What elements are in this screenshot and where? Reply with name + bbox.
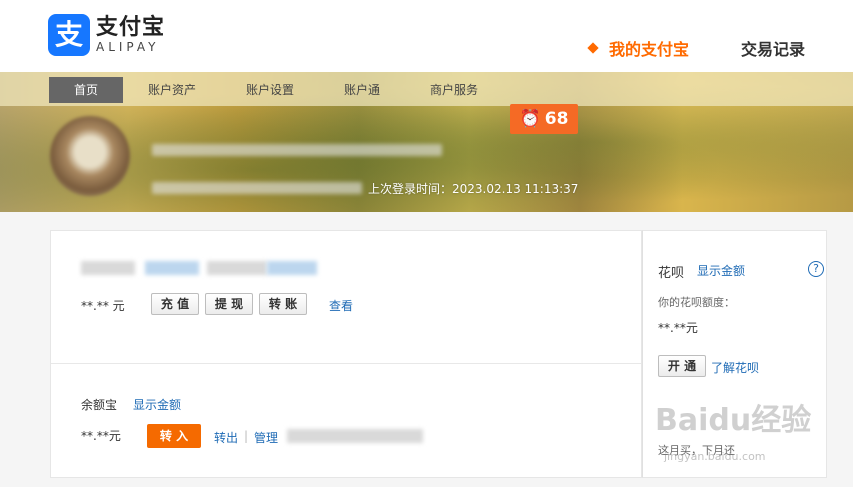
alipay-logo-icon: 支 [48, 14, 90, 56]
withdraw-button[interactable]: 提 现 [205, 293, 253, 315]
subnav-account-pass[interactable]: 账户通 [344, 77, 380, 103]
blurred-username [152, 144, 442, 156]
yuebao-title: 余额宝 [81, 398, 118, 412]
transfer-out-link[interactable]: 转出 [214, 429, 238, 446]
subnav-merchant[interactable]: 商户服务 [430, 77, 478, 103]
transfer-button[interactable]: 转 账 [259, 293, 307, 315]
recharge-button[interactable]: 充 值 [151, 293, 199, 315]
huabei-credit-amount: **.**元 [658, 321, 698, 335]
avatar[interactable] [50, 116, 130, 196]
huabei-show-amount-link[interactable]: 显示金额 [697, 262, 745, 279]
alarm-clock-icon: ⏰ [519, 109, 541, 129]
top-nav: 我的支付宝 交易记录 [587, 36, 805, 60]
blurred-link [145, 261, 199, 275]
sub-nav: 首页 账户资产 账户设置 账户通 商户服务 [0, 72, 853, 106]
blurred-text [207, 261, 267, 275]
balance-amount: **.** 元 [81, 299, 125, 313]
activate-huabei-button[interactable]: 开 通 [658, 355, 706, 377]
alipay-logo[interactable]: 支 支付宝 ALIPAY [48, 14, 165, 56]
link-separator: | [244, 429, 249, 443]
logo-text: 支付宝 ALIPAY [96, 15, 166, 55]
yuebao-amount: **.**元 [81, 429, 121, 443]
manage-link[interactable]: 管理 [254, 429, 278, 446]
view-link[interactable]: 查看 [329, 297, 353, 314]
huabei-credit-label: 你的花呗额度： [658, 296, 735, 309]
account-panel: **.** 元 充 值 提 现 转 账 查看 余额宝 显示金额 **.**元 转… [50, 230, 642, 478]
huabei-title: 花呗 [658, 266, 685, 281]
logo-cn: 支付宝 [96, 15, 166, 40]
blurred-link-2 [267, 261, 317, 275]
yuebao-show-amount-link[interactable]: 显示金额 [133, 396, 181, 413]
profile-banner: 首页 账户资产 账户设置 账户通 商户服务 ⏰ 68 上次登录时间：2023.0… [0, 72, 853, 212]
last-login-time: 上次登录时间：2023.02.13 11:13:37 [368, 182, 579, 196]
subnav-assets[interactable]: 账户资产 [148, 77, 196, 103]
help-icon[interactable]: ? [808, 261, 824, 277]
active-diamond-icon [587, 42, 599, 54]
top-header: 支 支付宝 ALIPAY 我的支付宝 交易记录 [0, 0, 853, 72]
alipay-page: 支 支付宝 ALIPAY 我的支付宝 交易记录 首页 账户资产 账户设置 账户通… [0, 0, 853, 487]
subnav-home[interactable]: 首页 [49, 77, 123, 103]
transfer-in-button[interactable]: 转 入 [147, 424, 201, 448]
huabei-panel: 花呗 显示金额 ? 你的花呗额度： **.**元 开 通 了解花呗 这月买，下月… [642, 230, 827, 478]
blurred-label [81, 261, 135, 275]
blurred-account [152, 182, 362, 194]
baidu-watermark: Baidu经验 [655, 403, 812, 438]
subnav-settings[interactable]: 账户设置 [246, 77, 294, 103]
baidu-watermark-url: jingyan.baidu.com [664, 450, 766, 463]
nav-my-alipay[interactable]: 我的支付宝 [609, 36, 689, 60]
section-divider [51, 363, 641, 364]
notification-count: 68 [544, 109, 569, 129]
notification-badge[interactable]: ⏰ 68 [510, 104, 578, 134]
logo-en: ALIPAY [96, 40, 160, 54]
nav-transactions[interactable]: 交易记录 [741, 36, 805, 60]
blurred-yuebao-info [287, 429, 423, 443]
learn-huabei-link[interactable]: 了解花呗 [711, 359, 759, 376]
